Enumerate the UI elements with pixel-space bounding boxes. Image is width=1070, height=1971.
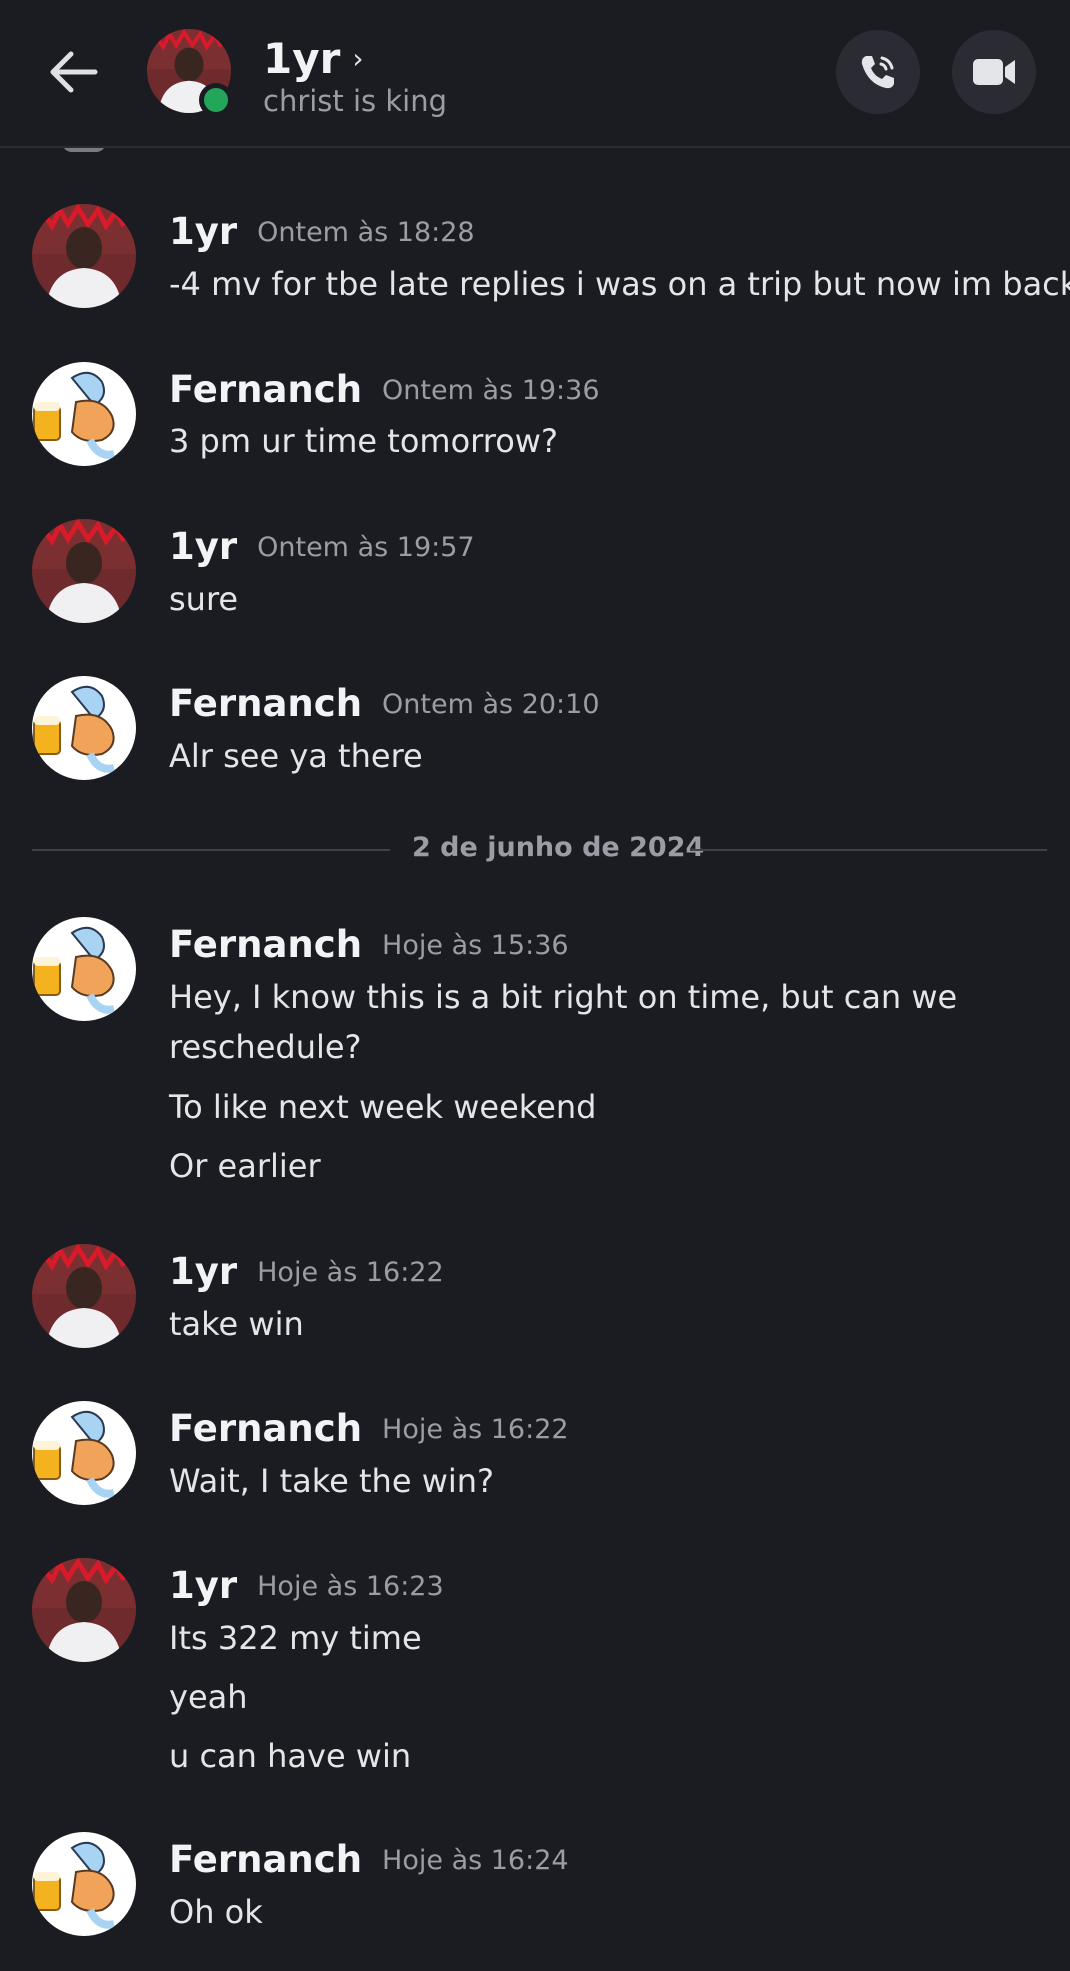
avatar[interactable] bbox=[32, 1244, 136, 1348]
message-text: take win bbox=[169, 1305, 304, 1343]
contact-name-label: 1yr bbox=[263, 34, 341, 83]
message-header: Fernanch Hoje às 16:24 bbox=[169, 1838, 569, 1881]
chat-header: 1yr › christ is king bbox=[0, 0, 1070, 148]
message-timestamp: Ontem às 20:10 bbox=[382, 689, 600, 720]
avatar[interactable] bbox=[32, 1832, 136, 1936]
message-text: u can have win bbox=[169, 1737, 412, 1775]
message-text: reschedule? bbox=[169, 1028, 362, 1066]
message-timestamp: Hoje às 15:36 bbox=[382, 930, 569, 961]
video-camera-icon bbox=[973, 59, 1015, 85]
contact-name[interactable]: 1yr › bbox=[263, 34, 364, 83]
message-timestamp: Ontem às 18:28 bbox=[257, 217, 475, 248]
voice-call-button[interactable] bbox=[836, 30, 920, 114]
author-name[interactable]: Fernanch bbox=[169, 368, 362, 411]
video-call-button[interactable] bbox=[952, 30, 1036, 114]
online-status-indicator bbox=[199, 83, 233, 117]
author-name[interactable]: 1yr bbox=[169, 525, 237, 568]
message-header: Fernanch Ontem às 20:10 bbox=[169, 682, 600, 725]
chevron-right-icon: › bbox=[352, 42, 364, 75]
avatar[interactable] bbox=[32, 1401, 136, 1505]
message-text: yeah bbox=[169, 1678, 248, 1716]
phone-icon bbox=[861, 56, 894, 89]
message-header: 1yr Ontem às 18:28 bbox=[169, 210, 475, 253]
contact-status: christ is king bbox=[263, 84, 448, 118]
author-name[interactable]: 1yr bbox=[169, 1250, 237, 1293]
message-header: Fernanch Hoje às 16:22 bbox=[169, 1407, 569, 1450]
message-text: To like next week weekend bbox=[169, 1088, 597, 1126]
message-timestamp: Hoje às 16:23 bbox=[257, 1571, 444, 1602]
author-name[interactable]: Fernanch bbox=[169, 1838, 362, 1881]
message-text: Its 322 my time bbox=[169, 1619, 422, 1657]
date-divider: 2 de junho de 2024 bbox=[412, 832, 705, 863]
message-text: Alr see ya there bbox=[169, 737, 423, 775]
message-timestamp: Ontem às 19:57 bbox=[257, 532, 475, 563]
message-text: sure bbox=[169, 580, 239, 618]
message-text: Or earlier bbox=[169, 1147, 321, 1185]
author-name[interactable]: Fernanch bbox=[169, 1407, 362, 1450]
author-name[interactable]: Fernanch bbox=[169, 682, 362, 725]
message-text: Wait, I take the win? bbox=[169, 1462, 495, 1500]
message-timestamp: Hoje às 16:24 bbox=[382, 1845, 569, 1876]
message-header: 1yr Ontem às 19:57 bbox=[169, 525, 475, 568]
message-text: Oh ok bbox=[169, 1893, 263, 1931]
date-divider-line-left bbox=[32, 849, 390, 851]
avatar[interactable] bbox=[32, 917, 136, 1021]
message-header: Fernanch Ontem às 19:36 bbox=[169, 368, 600, 411]
message-timestamp: Ontem às 19:36 bbox=[382, 375, 600, 406]
message-timestamp: Hoje às 16:22 bbox=[257, 1257, 444, 1288]
message-header: 1yr Hoje às 16:23 bbox=[169, 1564, 444, 1607]
avatar[interactable] bbox=[32, 676, 136, 780]
message-text: Hey, I know this is a bit right on time,… bbox=[169, 978, 958, 1016]
avatar[interactable] bbox=[32, 204, 136, 308]
back-arrow-icon bbox=[50, 51, 98, 93]
avatar[interactable] bbox=[32, 519, 136, 623]
message-text: -4 mv for tbe late replies i was on a tr… bbox=[169, 265, 1070, 303]
message-timestamp: Hoje às 16:22 bbox=[382, 1414, 569, 1445]
message-header: Fernanch Hoje às 15:36 bbox=[169, 923, 569, 966]
author-name[interactable]: 1yr bbox=[169, 1564, 237, 1607]
avatar[interactable] bbox=[32, 1558, 136, 1662]
author-name[interactable]: 1yr bbox=[169, 210, 237, 253]
message-header: 1yr Hoje às 16:22 bbox=[169, 1250, 444, 1293]
message-text: 3 pm ur time tomorrow? bbox=[169, 422, 558, 460]
date-divider-line-right bbox=[690, 849, 1047, 851]
avatar[interactable] bbox=[32, 362, 136, 466]
back-button[interactable] bbox=[40, 42, 106, 102]
author-name[interactable]: Fernanch bbox=[169, 923, 362, 966]
